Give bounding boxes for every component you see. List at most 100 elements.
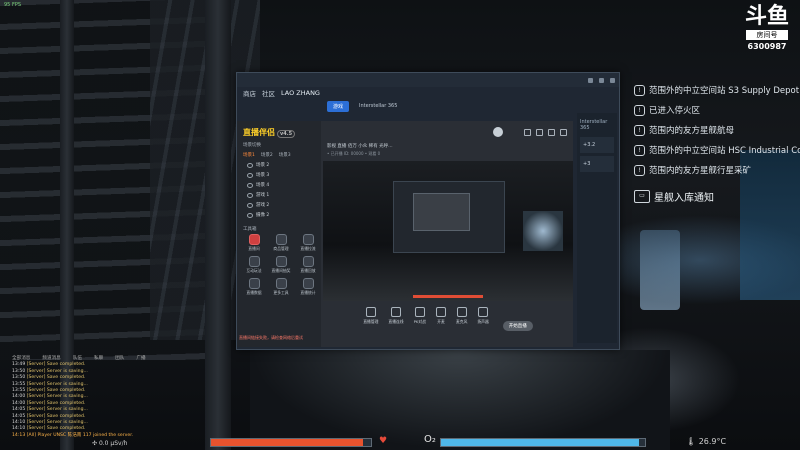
scene-item[interactable]: 场景 4 [237, 180, 321, 190]
eye-icon[interactable] [247, 172, 253, 178]
objective-text: 范围外的中立空间站 HSC Industrial Cor [649, 146, 800, 156]
minimize-icon[interactable] [588, 77, 593, 83]
tool-button[interactable]: 直播统计 [295, 278, 321, 296]
goods-icon [275, 234, 287, 245]
manage-icon [365, 307, 376, 317]
share-icon[interactable] [536, 128, 543, 136]
objective-item: ! 范围外的中立空间站 S3 Supply Depot [634, 80, 800, 100]
scene-item[interactable]: 游戏 1 [237, 190, 321, 200]
link-icon [391, 307, 402, 317]
tool-button[interactable]: 直播间 [241, 234, 267, 252]
chat-tab[interactable]: 团队 [115, 356, 124, 362]
scene-pillar [205, 0, 231, 450]
stream-preview[interactable] [323, 161, 573, 301]
right-panel-block[interactable]: +3 [580, 156, 614, 172]
close-icon[interactable] [560, 128, 567, 136]
app-sidebar: 直播伴侣 v4.5 场景切换 场景1 场景2 场景3 场景 2 场景 3 场景 4… [237, 121, 321, 347]
version-badge: v4.5 [277, 130, 296, 138]
scene-tabs: 场景1 场景2 场景3 [237, 150, 321, 160]
tool-button[interactable]: 直播回放 [295, 256, 321, 274]
error-footer: 直播间链接失败，请检查网络后重试 [239, 335, 303, 340]
tool-button[interactable]: 直播数据 [241, 278, 267, 296]
scene-title: 场景切换 [243, 143, 261, 148]
app-main: 影视 直播 佰万 小众 稀有 光呼… • 已开播 ID: 00000 • 观看 … [323, 121, 573, 347]
eye-icon[interactable] [247, 162, 253, 168]
scene-item[interactable]: 游戏 2 [237, 200, 321, 210]
eye-icon[interactable] [247, 182, 253, 188]
tool-button[interactable]: 商品管理 [268, 234, 294, 252]
objective-item: ! 范围内的友方星舰航母 [634, 120, 800, 140]
gift-icon [275, 256, 287, 267]
bottom-button[interactable]: 麦克风 [456, 307, 467, 325]
objective-item: ! 范围外的中立空间站 HSC Industrial Cor [634, 140, 800, 160]
nav-community[interactable]: 社区 [262, 88, 275, 98]
objective-text: 范围内的友方星舰航母 [649, 126, 735, 136]
app-logo: 直播伴侣 v4.5 [237, 121, 321, 140]
fan-icon: ✣ [92, 440, 98, 447]
nav-user[interactable]: LAO ZHANG [281, 89, 320, 97]
room-number: 6300987 [747, 42, 787, 51]
app-bottom-bar: 直播管理 直播连线 PK对战 开麦 麦克风 扬声器 开始直播 [323, 307, 573, 345]
eye-icon[interactable] [247, 202, 253, 208]
chat-tab[interactable]: 广播 [136, 356, 145, 362]
window-nav: 商店 社区 LAO ZHANG [237, 87, 619, 99]
bottom-button[interactable]: 直播连线 [388, 307, 404, 325]
scene-item[interactable]: 场景 3 [237, 170, 321, 180]
objective-list: ! 范围外的中立空间站 S3 Supply Depot ! 已进入停火区 ! 范围内的… [634, 80, 800, 206]
douyu-logo: 斗鱼 [744, 4, 789, 29]
right-panel: Interstellar 365 +3.2 +3 [577, 113, 617, 343]
eye-icon[interactable] [247, 192, 253, 198]
room-info: 影视 直播 佰万 小众 稀有 光呼… [327, 144, 393, 149]
start-live-button[interactable]: 开始直播 [502, 321, 533, 331]
scene-item[interactable]: 摄像 2 [237, 210, 321, 220]
notice-text: 星舰入库通知 [654, 192, 714, 204]
settings-icon[interactable] [524, 128, 531, 136]
preview-light [523, 211, 563, 251]
tool-button[interactable]: 直播间抽奖 [268, 256, 294, 274]
pk-icon [414, 307, 425, 317]
douyu-watermark: 斗鱼 房间号 6300987 [742, 4, 792, 52]
room-status: • 已开播 ID: 00000 • 观看 0 [327, 151, 381, 156]
stats-icon [302, 278, 314, 289]
objective-item: ! 已进入停火区 [634, 100, 800, 120]
more-icon [275, 278, 287, 289]
microphone-icon [456, 307, 467, 317]
scene-tab[interactable]: 场景3 [279, 152, 291, 158]
scene-item[interactable]: 场景 2 [237, 160, 321, 170]
tab-interstellar[interactable]: Interstellar 365 [359, 103, 397, 109]
eye-icon[interactable] [247, 212, 253, 218]
health-bar-fill [211, 439, 363, 446]
avatar[interactable] [493, 127, 503, 137]
tab-game[interactable]: 游戏 [327, 100, 350, 112]
bottom-button[interactable]: 扬声器 [477, 307, 489, 325]
minimize-icon[interactable] [548, 128, 555, 136]
chat-tab[interactable]: 私聊 [94, 356, 103, 362]
close-icon[interactable] [610, 77, 615, 83]
game-icon [248, 256, 260, 267]
right-panel-block[interactable]: +3.2 [580, 137, 614, 153]
scene-tab[interactable]: 场景1 [243, 152, 255, 158]
tool-button[interactable]: 更多工具 [268, 278, 294, 296]
scene-tab[interactable]: 场景2 [261, 152, 273, 158]
alert-icon: ! [634, 144, 645, 156]
tool-button[interactable]: 直播拉流 [295, 234, 321, 252]
chat-log: 全部消息 频道消息 队伍 私聊 团队 广播 13:49 [Server] Sav… [12, 356, 162, 439]
oxygen-bar-fill [441, 439, 639, 446]
live-icon [248, 234, 260, 245]
right-panel-title: Interstellar 365 [580, 119, 608, 131]
maximize-icon[interactable] [599, 77, 604, 83]
bottom-button[interactable]: PK对战 [414, 307, 426, 325]
bottom-button[interactable]: 直播管理 [363, 307, 378, 325]
heart-icon: ♥ [379, 436, 388, 446]
chat-line: 14:13 [All] Player UNSC 陈浩南 117 joined t… [12, 432, 134, 438]
replay-icon [302, 256, 314, 267]
thermometer-icon: 🌡 [686, 437, 697, 446]
bottom-button[interactable]: 开麦 [435, 307, 446, 325]
streaming-app: 直播伴侣 v4.5 场景切换 场景1 场景2 场景3 场景 2 场景 3 场景 4… [237, 121, 573, 347]
objective-text: 范围外的中立空间站 S3 Supply Depot [649, 86, 800, 96]
tool-button[interactable]: 互动玩法 [241, 256, 267, 274]
alert-icon: ! [634, 124, 645, 136]
radiation-readout: ✣ 0.0 μSv/h [92, 440, 128, 447]
mic-icon [435, 307, 446, 317]
nav-store[interactable]: 商店 [243, 88, 256, 98]
